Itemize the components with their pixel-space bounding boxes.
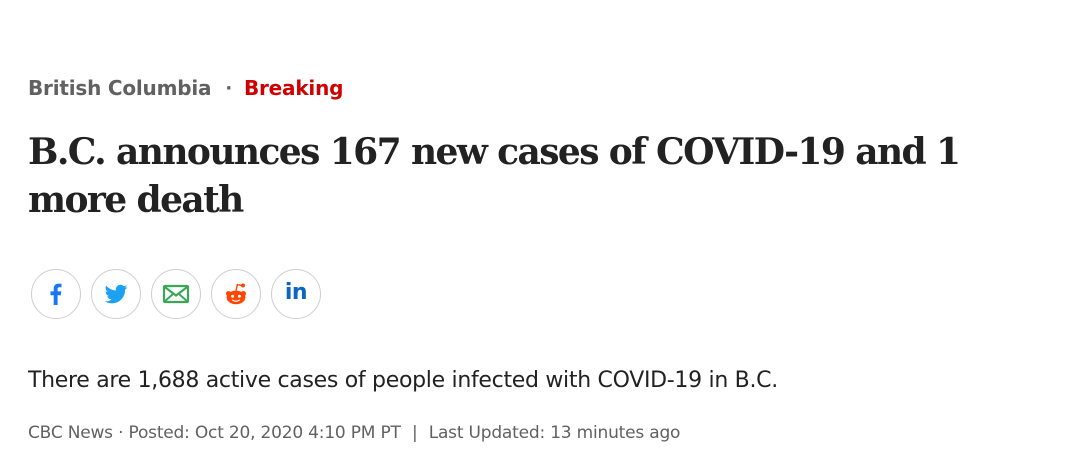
share-facebook-button[interactable] [31, 269, 81, 319]
linkedin-icon: in [284, 280, 308, 305]
section-link[interactable]: British Columbia [28, 76, 212, 100]
byline-pipe: | [411, 423, 418, 443]
article-deck: There are 1,688 active cases of people i… [28, 368, 778, 393]
reddit-icon [226, 283, 246, 305]
share-linkedin-button[interactable]: in [271, 269, 321, 319]
facebook-icon [50, 283, 62, 305]
byline-updated: Last Updated: 13 minutes ago [428, 423, 681, 443]
share-email-button[interactable] [151, 269, 201, 319]
twitter-icon [104, 284, 128, 304]
article-headline: B.C. announces 167 new cases of COVID-19… [28, 131, 961, 221]
byline-dot: · [118, 423, 124, 443]
share-bar: in [31, 269, 321, 319]
share-twitter-button[interactable] [91, 269, 141, 319]
share-reddit-button[interactable] [211, 269, 261, 319]
kicker-separator: · [225, 77, 232, 99]
article-byline: CBC News · Posted: Oct 20, 2020 4:10 PM … [28, 420, 680, 446]
breaking-label: Breaking [243, 76, 344, 100]
byline-posted: Posted: Oct 20, 2020 4:10 PM PT [128, 423, 401, 443]
byline-source: CBC News [28, 423, 113, 443]
email-icon [162, 284, 190, 304]
article-kicker: British Columbia · Breaking [28, 73, 343, 103]
